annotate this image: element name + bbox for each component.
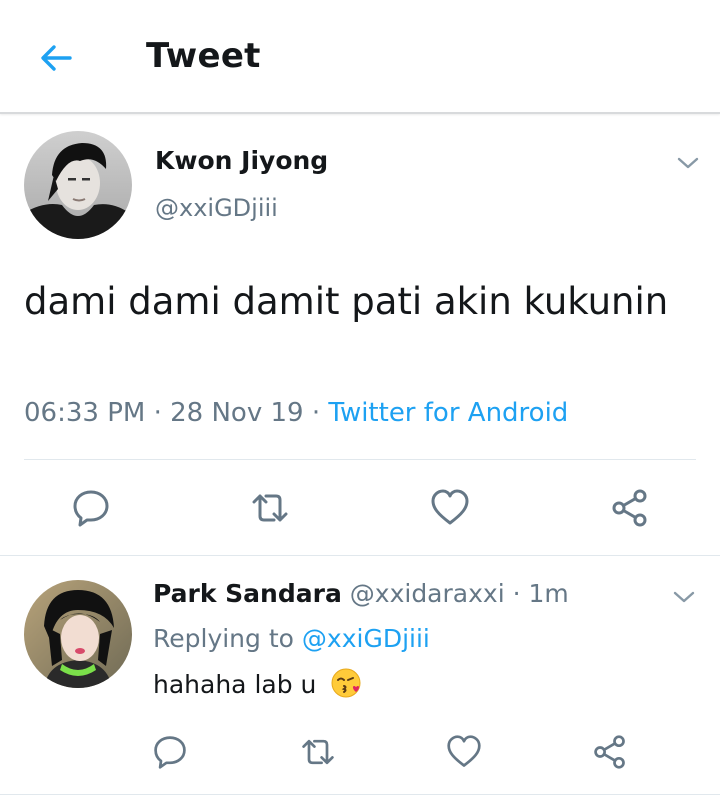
avatar[interactable] <box>24 131 132 239</box>
divider <box>24 459 696 460</box>
reply-text: hahaha lab u <box>153 670 317 699</box>
page-title: Tweet <box>146 36 261 76</box>
tweet-date: 28 Nov 19 <box>170 398 304 428</box>
reply-time: 1m <box>528 579 569 608</box>
section-divider <box>0 794 720 795</box>
replying-to-label: Replying to <box>153 624 294 653</box>
retweet-icon[interactable] <box>300 734 336 770</box>
tweet-time: 06:33 PM <box>24 398 146 428</box>
chevron-down-icon[interactable] <box>676 156 700 170</box>
section-divider <box>0 555 720 556</box>
avatar[interactable] <box>24 580 132 688</box>
author-handle[interactable]: @xxiGDjiii <box>155 194 278 222</box>
tweet-meta: 06:33 PM · 28 Nov 19 · Twitter for Andro… <box>24 398 568 428</box>
chevron-down-icon[interactable] <box>672 590 696 604</box>
replying-to: Replying to @xxiGDjiii <box>153 624 430 653</box>
top-app-bar: Tweet <box>0 0 720 114</box>
meta-separator: · <box>504 579 529 608</box>
reply-author-name[interactable]: Park Sandara <box>153 579 342 608</box>
tweet-text: dami dami damit pati akin kukunin <box>24 280 669 323</box>
meta-separator: · <box>303 398 329 428</box>
like-icon[interactable] <box>446 734 482 770</box>
share-icon[interactable] <box>610 488 650 528</box>
reply-icon[interactable] <box>71 488 111 528</box>
like-icon[interactable] <box>430 488 470 528</box>
arrow-left-icon[interactable] <box>36 38 76 78</box>
retweet-icon[interactable] <box>250 488 290 528</box>
reply-icon[interactable] <box>152 734 188 770</box>
kissing-face-emoji <box>331 668 361 698</box>
tweet-source-link[interactable]: Twitter for Android <box>328 398 568 428</box>
author-name[interactable]: Kwon Jiyong <box>155 146 328 175</box>
meta-separator: · <box>145 398 171 428</box>
reply-text-row: hahaha lab u <box>153 667 362 699</box>
reply-header: Park Sandara @xxidaraxxi · 1m <box>153 579 569 608</box>
share-icon[interactable] <box>592 734 628 770</box>
reply-author-handle[interactable]: @xxidaraxxi <box>350 579 505 608</box>
replying-to-mention[interactable]: @xxiGDjiii <box>302 624 430 653</box>
